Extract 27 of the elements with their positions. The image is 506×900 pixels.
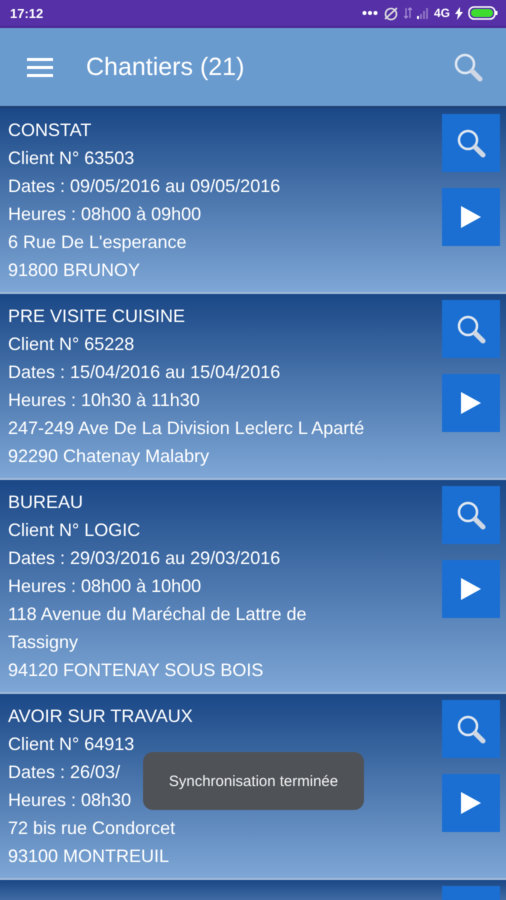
address-line: 92290 Chatenay Malabry (8, 445, 210, 468)
job-hours: Heures : 08h00 à 10h00 (8, 575, 202, 598)
address-line: 247-249 Ave De La Division Leclerc L Aparté (8, 417, 364, 440)
address-line: 93100 MONTREUIL (8, 845, 170, 868)
address-line: 91800 BRUNOY (8, 259, 142, 282)
job-dates: Dates : 09/05/2016 au 09/05/2016 (8, 175, 280, 198)
address-line: 118 Avenue du Maréchal de Lattre de Tassigny (8, 603, 308, 654)
client-number: Client N° LOGIC (8, 519, 142, 542)
job-dates: Dates : 15/04/2016 au 15/04/2016 (8, 361, 282, 384)
job-hours: Heures : 08h30 (8, 789, 132, 812)
client-number: Client N° 65228 (8, 333, 136, 356)
job-dates: Dates : 29/03/2016 au 29/03/2016 (8, 547, 282, 570)
job-title: BUREAU (8, 491, 84, 514)
job-title: AVOIR SUR TRAVAUX (8, 705, 193, 728)
clock-time: 17:12 (10, 6, 44, 20)
network-type: 4G (434, 6, 450, 20)
address-line: 72 bis rue Condorcet (8, 817, 176, 840)
toast-message: Synchronisation terminée (143, 752, 364, 810)
address-line: 94120 FONTENAY SOUS BOIS (8, 659, 264, 682)
client-number: Client N° 63503 (8, 147, 136, 170)
screen-title: Chantiers (21) (86, 52, 246, 82)
job-title: PRE VISITE CUISINE (8, 305, 186, 328)
client-number: Client N° 64913 (8, 733, 136, 756)
job-hours: Heures : 08h00 à 09h00 (8, 203, 202, 226)
address-line: 6 Rue De L'esperance (8, 231, 188, 254)
job-hours: Heures : 10h30 à 11h30 (8, 389, 201, 412)
job-title: CONSTAT (8, 119, 92, 142)
